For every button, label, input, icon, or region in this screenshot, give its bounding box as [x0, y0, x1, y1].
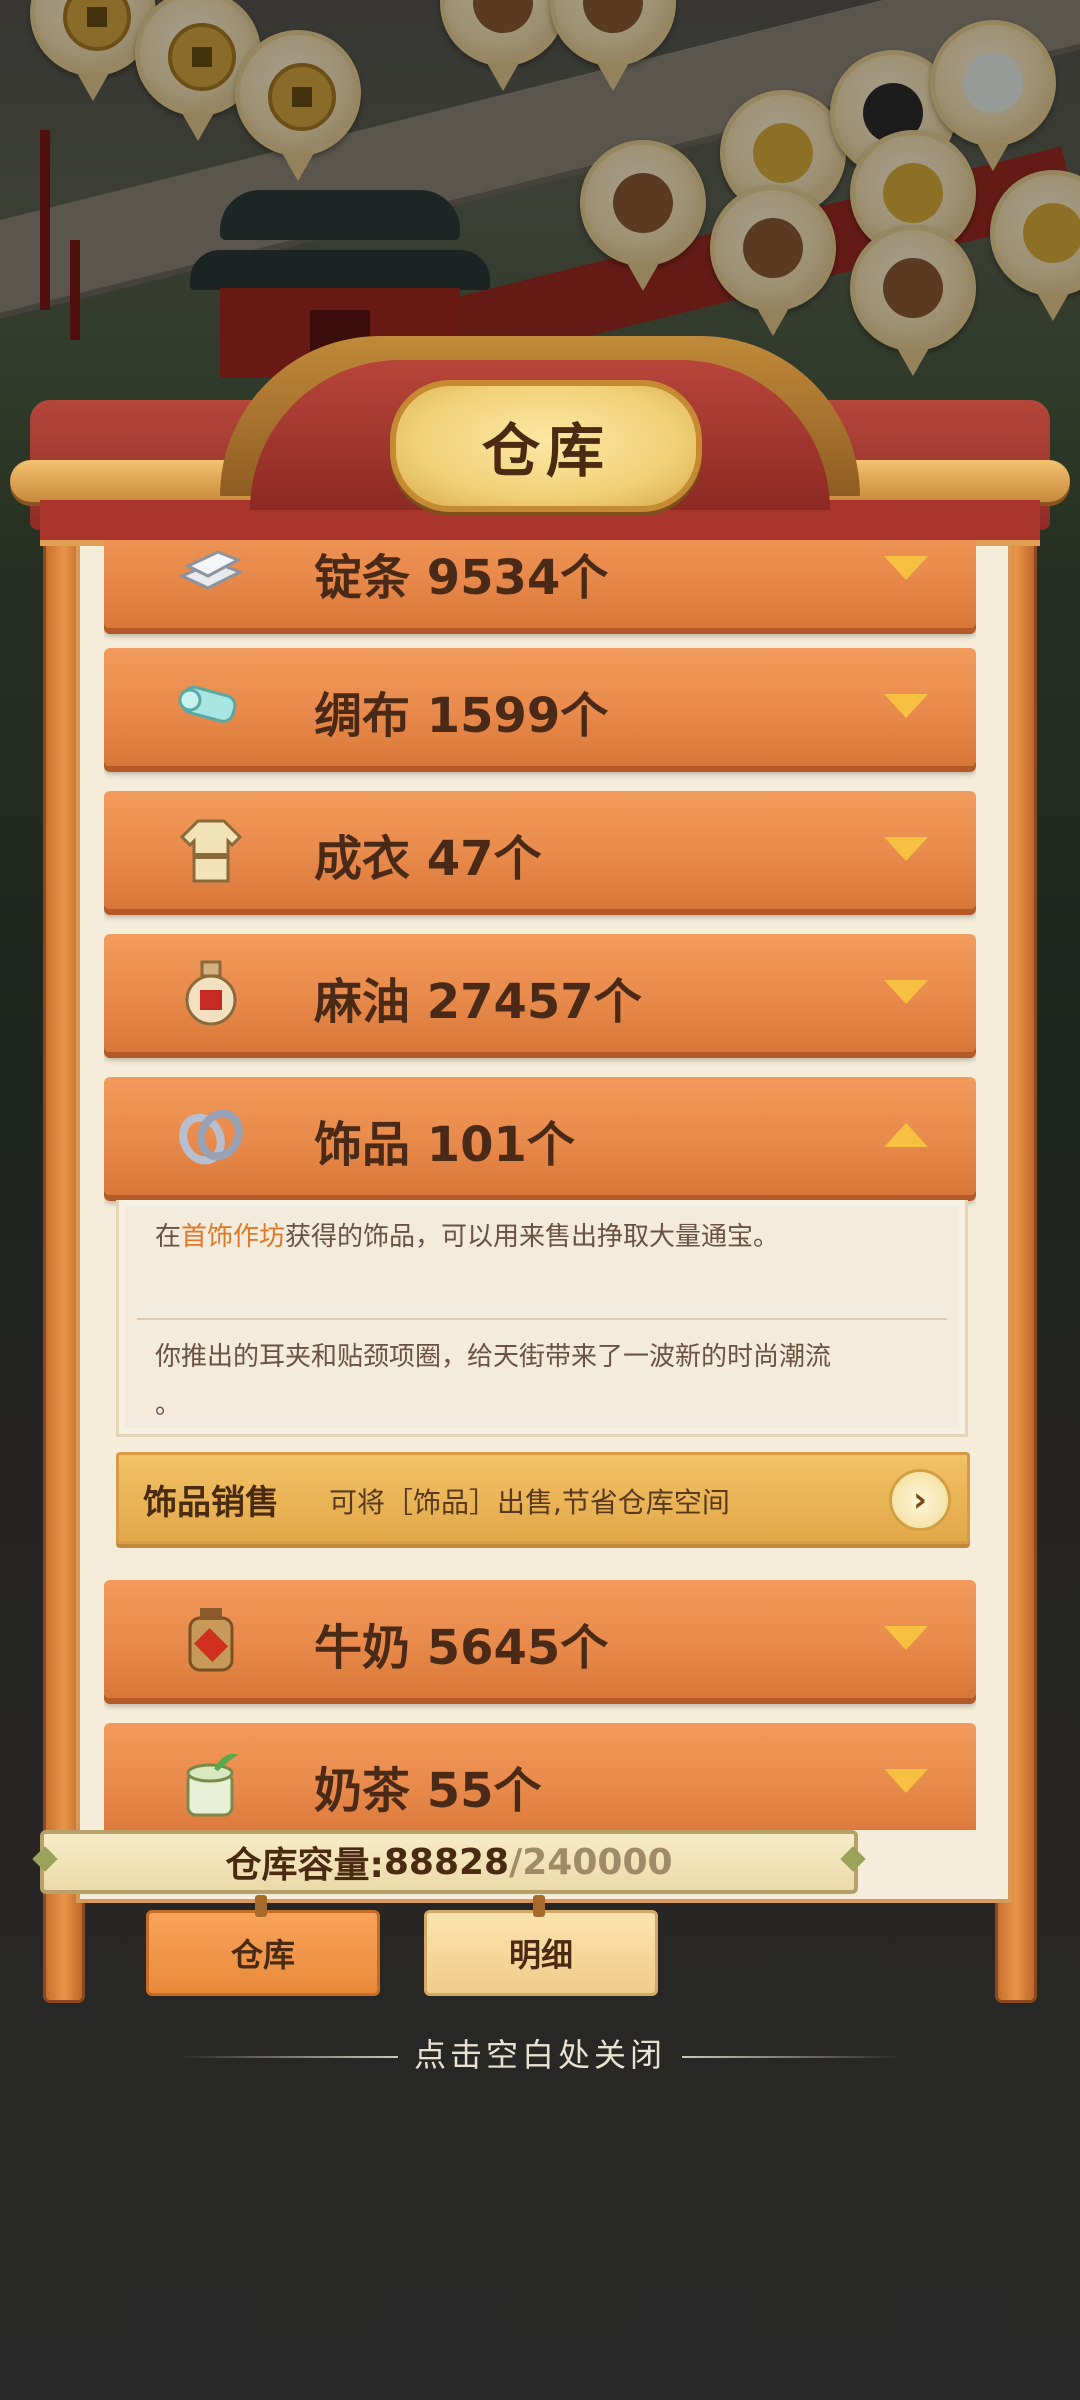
- capacity-max: /240000: [509, 1841, 673, 1883]
- expand-arrow-icon[interactable]: [884, 837, 928, 861]
- description-line-1: 在首饰作坊获得的饰品，可以用来售出挣取大量通宝。: [155, 1222, 780, 1252]
- description-line-3: 。: [155, 1390, 182, 1420]
- item-row-silver-ingot[interactable]: 锭条 9534个: [104, 540, 976, 628]
- panel-title: 仓库: [481, 417, 610, 485]
- milk-jar-icon: [174, 1602, 248, 1676]
- item-label: 成衣 47个: [314, 831, 542, 887]
- expand-arrow-icon[interactable]: [884, 556, 928, 580]
- divider: [137, 1318, 947, 1320]
- warehouse-capacity: 仓库容量: 88828/240000: [40, 1830, 858, 1894]
- item-row-garment[interactable]: 成衣 47个: [104, 791, 976, 909]
- collapse-arrow-icon[interactable]: [884, 1123, 928, 1147]
- silk-cloth-icon: [174, 670, 248, 744]
- garment-icon: [174, 813, 248, 887]
- item-label: 锭条 9534个: [314, 550, 609, 606]
- tab-details[interactable]: 明细: [424, 1895, 658, 1996]
- item-label: 绸布 1599个: [314, 688, 609, 744]
- expand-arrow-icon[interactable]: [884, 1769, 928, 1793]
- tab-peg: [255, 1895, 267, 1917]
- sale-title: 饰品销售: [143, 1483, 279, 1523]
- close-hint[interactable]: 点击空白处关闭: [0, 2030, 1080, 2076]
- item-row-accessories[interactable]: 饰品 101个: [104, 1077, 976, 1195]
- item-description: 在首饰作坊获得的饰品，可以用来售出挣取大量通宝。 你推出的耳夹和贴颈项圈，给天街…: [116, 1200, 968, 1437]
- accessory-sale-bar[interactable]: 饰品销售 可将［饰品］出售,节省仓库空间 ›: [116, 1452, 970, 1544]
- item-row-milk-tea[interactable]: 奶茶 55个: [104, 1723, 976, 1830]
- tab-peg: [533, 1895, 545, 1917]
- close-hint-text: 点击空白处关闭: [413, 2036, 666, 2074]
- milk-tea-icon: [174, 1745, 248, 1819]
- sale-go-button[interactable]: ›: [889, 1469, 951, 1531]
- expand-arrow-icon[interactable]: [884, 694, 928, 718]
- item-row-silk-cloth[interactable]: 绸布 1599个: [104, 648, 976, 766]
- item-label: 奶茶 55个: [314, 1763, 542, 1819]
- item-row-milk[interactable]: 牛奶 5645个: [104, 1580, 976, 1698]
- workshop-link[interactable]: 首饰作坊: [181, 1222, 285, 1252]
- capacity-current: 88828: [383, 1841, 510, 1883]
- expand-arrow-icon[interactable]: [884, 1626, 928, 1650]
- description-line-2: 你推出的耳夹和贴颈项圈，给天街带来了一波新的时尚潮流: [155, 1342, 832, 1372]
- chevron-right-icon: ›: [912, 1480, 927, 1520]
- divider-line: [682, 2056, 902, 2058]
- expand-arrow-icon[interactable]: [884, 980, 928, 1004]
- tab-label: 明细: [508, 1936, 573, 1974]
- item-label: 麻油 27457个: [314, 974, 642, 1030]
- item-label: 饰品 101个: [314, 1117, 575, 1173]
- rings-icon: [174, 1099, 248, 1173]
- silver-ingot-icon: [174, 540, 248, 606]
- item-list[interactable]: 锭条 9534个 绸布 1599个 成衣 47个 麻油 27457个 饰品 10…: [104, 540, 976, 1830]
- sale-description: 可将［饰品］出售,节省仓库空间: [329, 1486, 730, 1519]
- item-label: 牛奶 5645个: [314, 1620, 609, 1676]
- divider-line: [177, 2056, 398, 2058]
- tab-warehouse[interactable]: 仓库: [146, 1895, 380, 1996]
- title-plaque: 仓库: [390, 380, 702, 512]
- sesame-oil-jar-icon: [174, 956, 248, 1030]
- capacity-label: 仓库容量:: [225, 1845, 384, 1886]
- item-row-sesame-oil[interactable]: 麻油 27457个: [104, 934, 976, 1052]
- tab-label: 仓库: [230, 1936, 295, 1974]
